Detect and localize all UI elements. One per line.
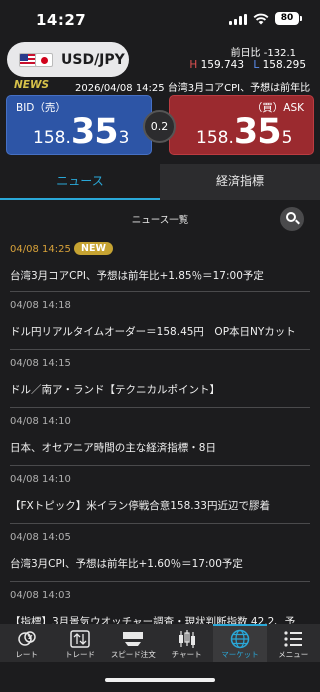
bid-price-big: 158. [33,128,71,148]
news-date: 04/08 14:25 [10,244,71,255]
news-date: 04/08 14:03 [10,590,71,601]
news-date: 04/08 14:15 [10,358,71,369]
pair-header: USD/JPY 前日比 -132.1 H 159.743 L 158.295 [0,40,320,78]
low-label: L [253,59,260,71]
new-badge: NEW [74,242,113,255]
tab-economic-indicators[interactable]: 経済指標 [160,164,320,200]
home-indicator [105,678,215,682]
prev-change-label: 前日比 [230,48,261,59]
news-title: 【FXトピック】米イラン停戦合意158.33円近辺で膠着 [10,500,270,512]
news-title: ドル円リアルタイムオーダー＝158.45円 OP本日NYカット [10,326,296,338]
nav-market[interactable]: マーケット [213,624,267,662]
rate-icon [17,631,36,646]
ask-price: 158. 35 5 [196,115,292,150]
news-list-title: ニュース一覧 [131,215,189,226]
currency-pair-selector[interactable]: USD/JPY [7,42,129,77]
high-value: 159.743 [200,59,245,71]
nav-trade-label: トレード [64,650,95,659]
news-title: 日本、オセアニア時間の主な経済指標・8日 [10,442,216,454]
spread-badge: 0.2 [143,110,176,143]
rate-panels: BID（売） 158. 35 3 0.2 （買）ASK 158. 35 5 [0,95,320,157]
news-item[interactable]: 04/08 14:05 台湾3月CPI、予想は前年比+1.60％＝17:00予定 [10,524,310,582]
chart-icon [178,630,195,648]
nav-menu-label: メニュー [278,650,309,659]
bid-price: 158. 35 3 [33,115,129,150]
bid-button[interactable]: BID（売） 158. 35 3 [6,95,152,155]
news-title: ドル／南ア・ランド【テクニカルポイント】 [10,384,220,396]
battery-icon: 80 [275,12,302,25]
globe-icon [230,629,250,649]
signal-icon [229,13,247,25]
bottom-safe-area [0,662,320,692]
tab-news[interactable]: ニュース [0,164,160,200]
news-title: 台湾3月CPI、予想は前年比+1.60％＝17:00予定 [10,558,243,570]
nav-speed-order[interactable]: スピード注文 [107,624,160,662]
bid-label: BID（売） [16,102,66,114]
prev-change-value: -132.1 [263,48,296,59]
menu-icon [284,631,303,647]
news-item[interactable]: 04/08 14:03 【指標】3月景気ウオッチャー調査・現状判断指数 42.2… [10,582,310,624]
status-icons: 80 [229,12,302,25]
status-time: 14:27 [36,11,87,29]
trade-icon [70,630,90,648]
high-low: H 159.743 L 158.295 [189,59,306,71]
news-title: 【指標】3月景気ウオッチャー調査・現状判断指数 42.2、予 [10,616,296,624]
previous-day-change: 前日比 -132.1 [231,44,296,59]
pair-flags [19,52,53,67]
nav-rate-label: レート [15,650,38,659]
bid-price-pips: 35 [70,112,119,152]
search-button[interactable] [280,207,304,231]
high-label: H [189,59,198,71]
ticker-label: NEWS [14,79,50,91]
ask-button[interactable]: （買）ASK 158. 35 5 [169,95,314,155]
news-item[interactable]: 04/08 14:18 ドル円リアルタイムオーダー＝158.45円 OP本日NY… [10,292,310,350]
wifi-icon [253,13,269,24]
bottom-nav: レート トレード スピード注文 チャート マーケット メニュー [0,624,320,662]
news-date: 04/08 14:18 [10,300,71,311]
news-item[interactable]: 04/08 14:10 日本、オセアニア時間の主な経済指標・8日 [10,408,310,466]
ask-price-big: 158. [196,128,234,148]
ask-price-fraction: 5 [281,128,293,148]
nav-trade[interactable]: トレード [53,624,106,662]
nav-market-label: マーケット [221,650,259,659]
bid-price-fraction: 3 [118,128,130,148]
nav-rate[interactable]: レート [0,624,53,662]
news-date: 04/08 14:05 [10,532,71,543]
news-date: 04/08 14:10 [10,474,71,485]
battery-level: 80 [275,12,299,25]
pair-name: USD/JPY [61,51,125,68]
news-title: 台湾3月コアCPI、予想は前年比+1.85％＝17:00予定 [10,270,264,282]
jp-flag-icon [35,52,53,67]
speed-order-icon [123,632,144,646]
nav-speed-order-label: スピード注文 [110,650,156,659]
low-value: 158.295 [262,59,306,71]
news-ticker[interactable]: NEWS 2026/04/08 14:25 台湾3月コアCPI、予想は前年比 [0,78,320,94]
status-bar: 14:27 80 [0,0,320,40]
news-list-header: ニュース一覧 [0,200,320,236]
tab-bar: ニュース 経済指標 [0,164,320,200]
news-item[interactable]: 04/08 14:25 NEW 台湾3月コアCPI、予想は前年比+1.85％＝1… [10,236,310,292]
nav-chart[interactable]: チャート [160,624,213,662]
ticker-text: 2026/04/08 14:25 台湾3月コアCPI、予想は前年比 [75,83,311,94]
news-item[interactable]: 04/08 14:15 ドル／南ア・ランド【テクニカルポイント】 [10,350,310,408]
news-date: 04/08 14:10 [10,416,71,427]
ask-price-pips: 35 [233,112,282,152]
news-list: 04/08 14:25 NEW 台湾3月コアCPI、予想は前年比+1.85％＝1… [0,236,320,624]
news-item[interactable]: 04/08 14:10 【FXトピック】米イラン停戦合意158.33円近辺で膠着 [10,466,310,524]
nav-chart-label: チャート [171,650,202,659]
nav-menu[interactable]: メニュー [267,624,320,662]
